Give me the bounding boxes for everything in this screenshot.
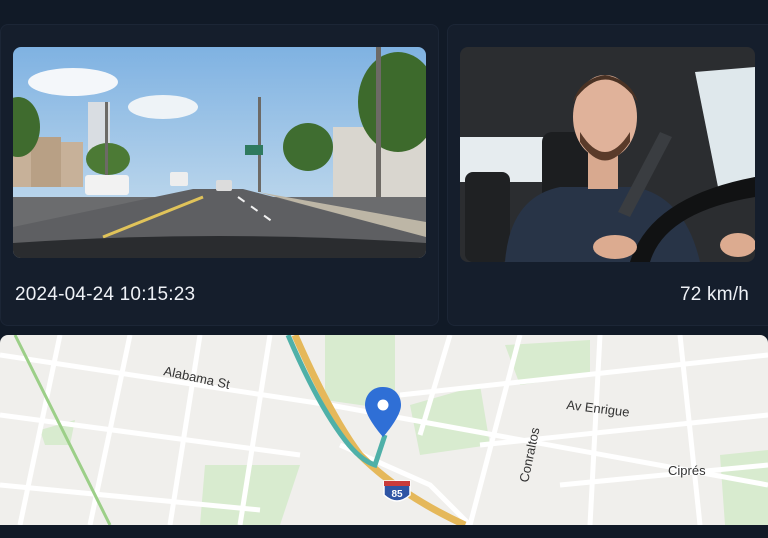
location-pin-icon[interactable] (365, 387, 401, 437)
map-view[interactable]: Alabama St Av Enrigue Conraltos Ciprés 8… (0, 335, 768, 525)
cabin-camera-panel: 72 km/h (447, 24, 768, 326)
speed-readout: 72 km/h (680, 284, 749, 305)
cabin-camera-feed[interactable] (460, 47, 755, 262)
highway-number: 85 (391, 489, 403, 500)
road-camera-feed[interactable] (13, 47, 426, 258)
street-label-conraltos: Conraltos (516, 426, 542, 484)
street-label-cipres: Ciprés (668, 463, 706, 478)
timestamp-label: 2024-04-24 10:15:23 (15, 284, 196, 305)
road-camera-panel: 2024-04-24 10:15:23 (0, 24, 439, 326)
interstate-shield-icon: 85 (383, 480, 411, 502)
